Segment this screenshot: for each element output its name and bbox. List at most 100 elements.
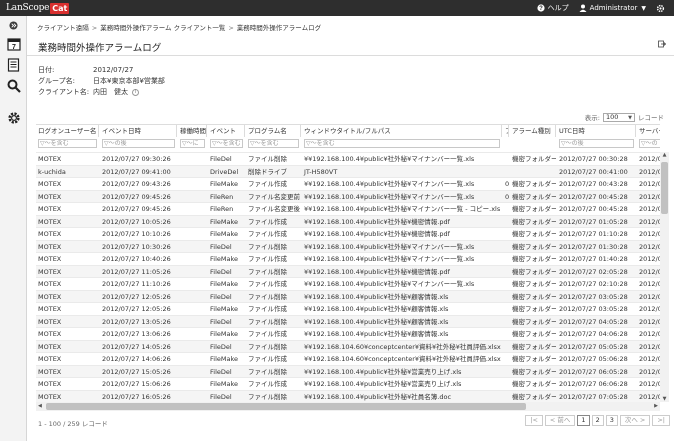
page-button[interactable]: 3 (605, 415, 618, 426)
export-button[interactable] (658, 40, 667, 50)
filter-input-window-title[interactable]: ▽～を含む (304, 139, 500, 148)
document-nav[interactable] (0, 58, 27, 72)
cell-alarm-type: 機密フォルダー (512, 392, 556, 401)
vertical-scrollbar[interactable]: ▲ ▼ (660, 152, 669, 402)
scroll-left-icon[interactable]: ◀ (38, 402, 42, 411)
cell-utc-datetime: 2012/07/27 01:05:28 (559, 217, 628, 226)
help-link[interactable]: ? ヘルプ (537, 3, 569, 13)
settings-nav[interactable] (0, 111, 27, 125)
first-page-button[interactable]: |< (525, 415, 543, 426)
cell-flag (503, 166, 509, 178)
cell-window-title: ¥¥192.168.100.4¥public¥社外秘¥マイナンバー一覧.xls (304, 180, 475, 188)
table-row[interactable]: MOTEX 2012/07/27 09:43:26 FileMake ファイル作成 ¥¥… (36, 177, 660, 189)
gear-icon (7, 112, 20, 124)
table-row[interactable]: MOTEX 2012/07/27 15:05:26 FileDel ファイル削除 ¥¥1… (36, 364, 660, 377)
breadcrumb-item[interactable]: 業務時間外操作アラーム クライアント一覧 (100, 24, 225, 32)
cell-server-received: 2012/07/ (639, 230, 660, 238)
table-row[interactable]: MOTEX 2012/07/27 10:30:26 FileDel ファイル削除 ¥¥1… (36, 239, 660, 252)
table-row[interactable]: MOTEX 2012/07/27 09:45:26 FileRen ファイル名変更後 ¥… (36, 202, 660, 214)
column-header-window-title[interactable]: ウィンドウタイトル/フルパス (302, 125, 502, 137)
cell-event: FileRen (210, 205, 234, 213)
column-header-alarm-type[interactable]: アラーム種別 (510, 125, 556, 137)
filter-input-utc-datetime[interactable]: ▽～の後 (559, 139, 634, 148)
table-row[interactable]: MOTEX 2012/07/27 14:06:26 FileMake ファイル作成 ¥¥… (36, 352, 660, 364)
calendar-nav[interactable]: 7 (0, 37, 27, 51)
scroll-up-icon[interactable]: ▲ (660, 152, 669, 158)
cell-logon-user: MOTEX (38, 217, 62, 226)
cell-window-title: ¥¥192.168.100.4¥public¥社外秘¥機密情報.pdf (304, 230, 450, 238)
info-icon[interactable]: i (132, 88, 139, 96)
cell-program-name: ファイル名変更後 (248, 205, 300, 213)
filter-input-uptime[interactable]: ▽～に (180, 139, 205, 148)
table-row[interactable]: MOTEX 2012/07/27 12:05:26 FileMake ファイル作成 ¥¥… (36, 302, 660, 314)
cell-alarm-type: 機密フォルダー (512, 317, 556, 326)
expand-rail-button[interactable] (0, 21, 27, 30)
filter-input-server-received[interactable]: ▽～の (639, 139, 660, 148)
table-row[interactable]: MOTEX 2012/07/27 09:30:26 FileDel ファイル削除 ¥¥1… (36, 152, 660, 164)
column-header-program-name[interactable]: プログラム名 (246, 125, 301, 137)
search-nav[interactable] (0, 79, 27, 93)
filter-input-event-datetime[interactable]: ▽～の後 (102, 139, 175, 148)
cell-alarm-type: 機密フォルダー (512, 330, 556, 338)
scroll-right-icon[interactable]: ▶ (654, 402, 658, 411)
cell-server-received: 2012/07/ (639, 367, 660, 376)
cell-uptime (178, 253, 207, 265)
column-header-event-datetime[interactable]: イベント日時 (100, 125, 177, 137)
info-label: グループ名: (38, 77, 75, 85)
table-row[interactable]: MOTEX 2012/07/27 12:05:26 FileDel ファイル削除 ¥¥1… (36, 289, 660, 302)
column-header-uptime[interactable]: 稼働時間 (178, 125, 207, 137)
user-menu[interactable]: Administrator ▼ (579, 4, 646, 12)
table-row[interactable]: MOTEX 2012/07/27 13:05:26 FileDel ファイル削除 ¥¥1… (36, 314, 660, 327)
page-button[interactable]: 2 (591, 415, 604, 426)
svg-text:7: 7 (12, 44, 16, 51)
grid-header-row: ログオンユーザー名 イベント日時 稼働時間 イベント プログラム名 ウィンドウタイトル/フ… (36, 125, 660, 137)
column-header-logon-user[interactable]: ログオンユーザー名 (36, 125, 99, 137)
horizontal-scrollbar[interactable]: ◀ ▶ (36, 402, 660, 411)
cell-window-title: ¥¥192.168.100.4¥public¥社外秘¥顧客情報.xls (304, 317, 449, 326)
cell-alarm-type: 機密フォルダー (512, 380, 556, 388)
filter-input-event[interactable]: ▽～を含む (210, 139, 243, 148)
column-header-flag[interactable]: フ (503, 125, 509, 137)
cell-flag (503, 341, 509, 353)
cell-event-datetime: 2012/07/27 09:30:26 (102, 155, 171, 163)
table-row[interactable]: MOTEX 2012/07/27 15:06:26 FileMake ファイル作成 ¥¥… (36, 377, 660, 389)
table-row[interactable]: k-uchida 2012/07/27 09:41:00 DriveDel 削除ドライ… (36, 164, 660, 178)
last-page-button[interactable]: >| (652, 415, 670, 426)
scroll-thumb[interactable] (46, 403, 526, 410)
log-grid: ログオンユーザー名 イベント日時 稼働時間 イベント プログラム名 ウィンドウタイトル/フ… (36, 124, 660, 410)
cell-utc-datetime: 2012/07/27 06:05:28 (559, 367, 628, 376)
app-logo[interactable]: LanScope Cat (6, 2, 70, 14)
table-row[interactable]: MOTEX 2012/07/27 13:06:26 FileMake ファイル作成 ¥¥… (36, 327, 660, 339)
page-button[interactable]: 1 (577, 415, 590, 426)
table-row[interactable]: MOTEX 2012/07/27 11:05:26 FileDel ファイル削除 ¥¥1… (36, 264, 660, 277)
cell-utc-datetime: 2012/07/27 00:41:00 (559, 167, 628, 176)
next-page-button[interactable]: 次へ > (619, 415, 651, 426)
table-row[interactable]: MOTEX 2012/07/27 09:45:26 FileRen ファイル名変更前 ¥… (36, 189, 660, 202)
table-row[interactable]: MOTEX 2012/07/27 10:05:26 FileMake ファイル作成 ¥¥… (36, 214, 660, 227)
table-row[interactable]: MOTEX 2012/07/27 16:05:26 FileDel ファイル削除 ¥¥1… (36, 389, 660, 403)
scroll-down-icon[interactable]: ▼ (660, 396, 669, 402)
table-row[interactable]: MOTEX 2012/07/27 10:10:26 FileMake ファイル作成 ¥¥… (36, 227, 660, 239)
breadcrumb-item[interactable]: クライアント遠隔 (37, 24, 89, 32)
filter-input-program-name[interactable]: ▽～を含む (248, 139, 299, 148)
cell-server-received: 2012/07/ (639, 292, 660, 301)
column-header-event[interactable]: イベント (208, 125, 245, 137)
info-date: 日付: 2012/07/27 (38, 65, 133, 75)
column-header-utc-datetime[interactable]: UTC日時 (557, 125, 636, 137)
scroll-thumb[interactable] (661, 162, 668, 214)
prev-page-button[interactable]: < 前へ (544, 415, 576, 426)
display-count-select[interactable]: 100 ▼ (603, 112, 635, 122)
cell-program-name: ファイル削除 (248, 292, 287, 301)
cell-event: FileMake (210, 255, 238, 263)
table-row[interactable]: MOTEX 2012/07/27 11:10:26 FileMake ファイル作成 ¥¥… (36, 277, 660, 289)
cell-event: FileMake (210, 280, 238, 288)
cell-alarm-type (510, 166, 556, 178)
table-row[interactable]: MOTEX 2012/07/27 14:05:26 FileDel ファイル削除 ¥¥1… (36, 339, 660, 353)
column-header-server-received[interactable]: サーバー受 (637, 125, 660, 137)
cell-uptime (178, 391, 207, 403)
top-bar: LanScope Cat ? ヘルプ Administrator ▼ (0, 0, 674, 16)
cell-flag (503, 153, 509, 165)
table-row[interactable]: MOTEX 2012/07/27 10:40:26 FileMake ファイル作成 ¥¥… (36, 252, 660, 264)
filter-input-logon-user[interactable]: ▽～を含む (38, 139, 97, 148)
settings-menu[interactable] (656, 4, 668, 13)
